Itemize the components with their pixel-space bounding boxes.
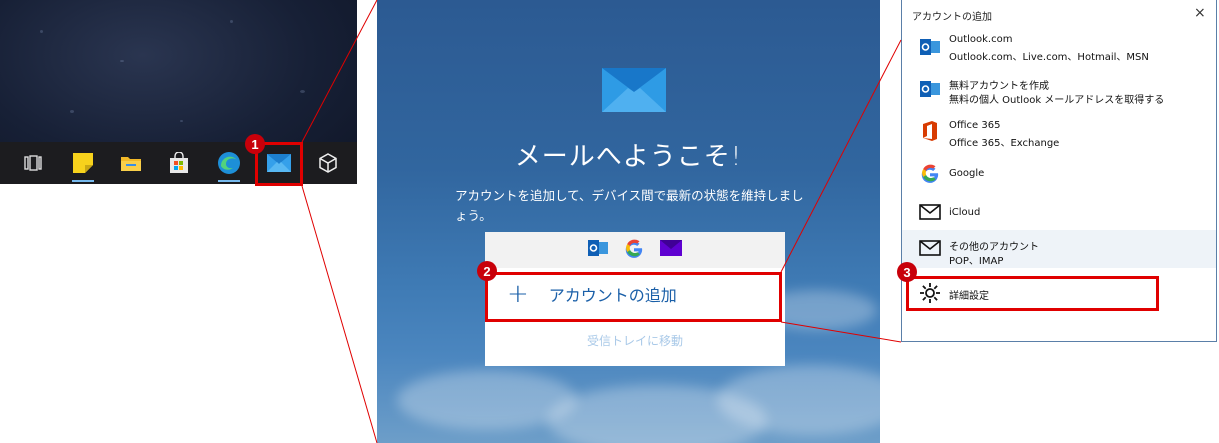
step-badge-1: 1 bbox=[245, 134, 265, 154]
step-badge-3: 3 bbox=[897, 262, 917, 282]
callout-lines bbox=[301, 0, 902, 443]
highlight-add-account bbox=[485, 272, 782, 322]
step-badge-2: 2 bbox=[477, 261, 497, 281]
highlight-advanced-setup bbox=[906, 276, 1159, 311]
